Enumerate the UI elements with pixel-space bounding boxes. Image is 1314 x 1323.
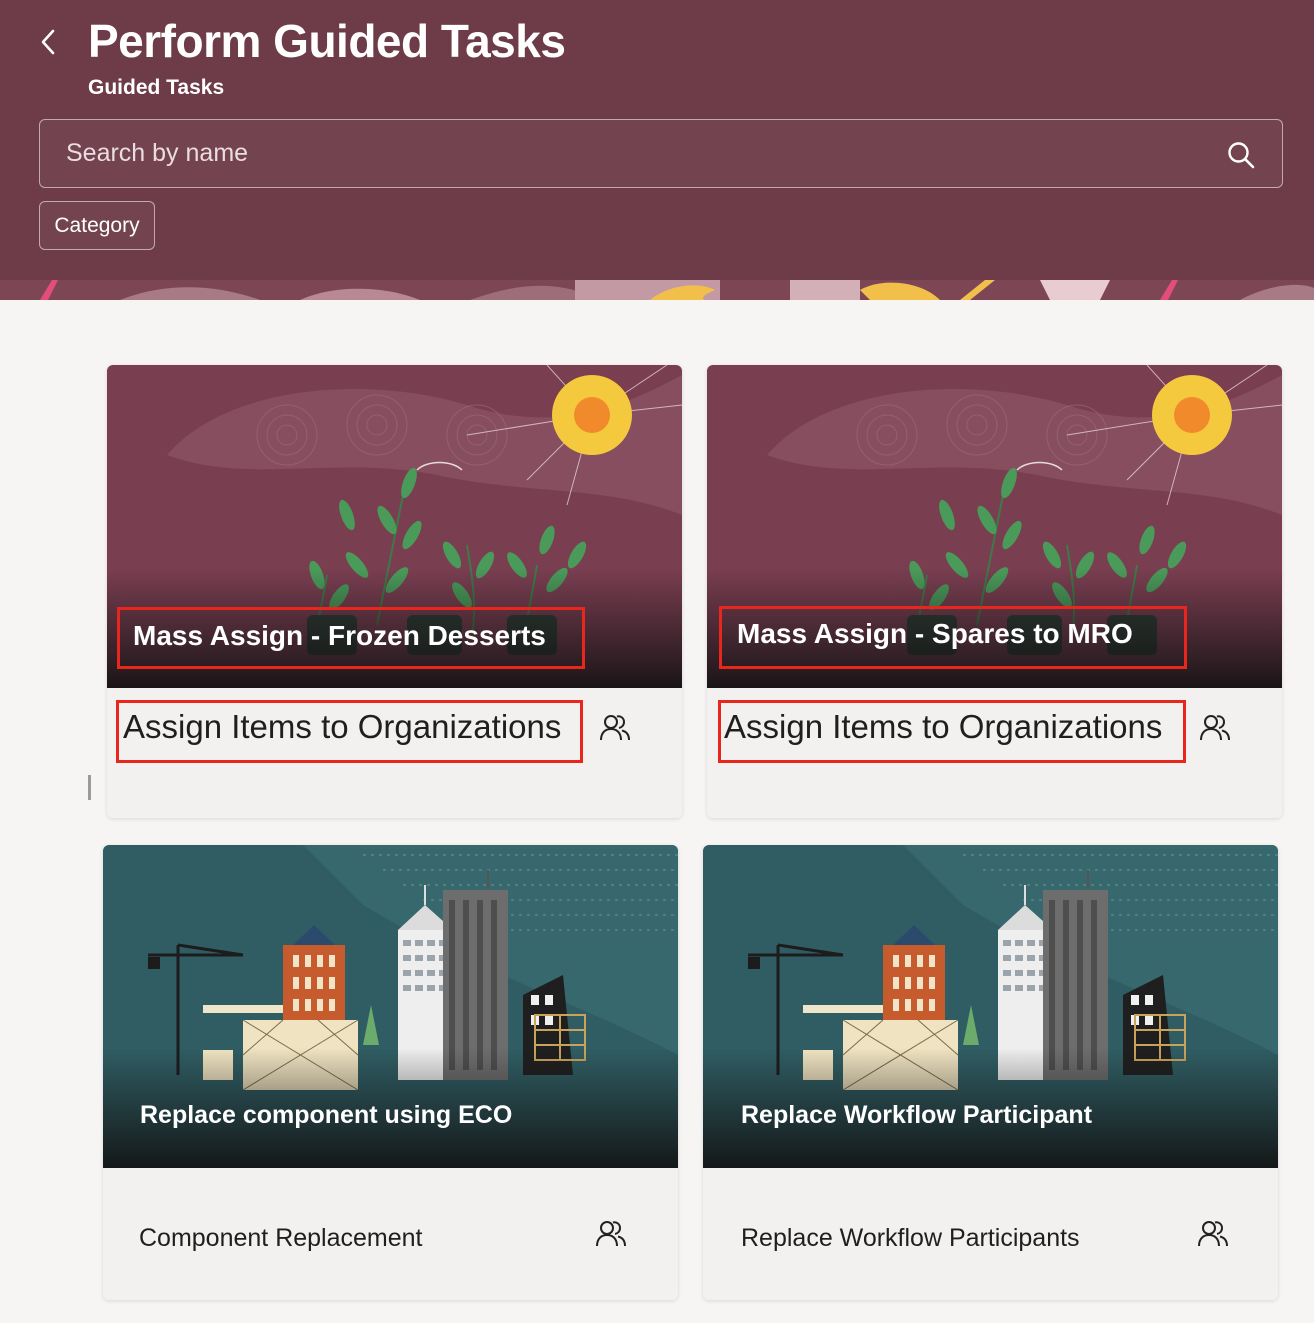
highlight-box bbox=[117, 607, 585, 669]
task-card[interactable]: Mass Assign - Spares to MRO Assign Items… bbox=[707, 365, 1282, 818]
page-header: Perform Guided Tasks Guided Tasks Catego… bbox=[0, 0, 1314, 300]
search-input[interactable] bbox=[40, 120, 1200, 187]
task-card[interactable]: Mass Assign - Frozen Desserts Assign Ite… bbox=[107, 365, 682, 818]
card-subtitle: Component Replacement bbox=[139, 1224, 423, 1252]
task-card[interactable]: Replace Workflow Participant Replace Wor… bbox=[703, 845, 1278, 1300]
highlight-box bbox=[719, 606, 1187, 669]
people-icon bbox=[600, 715, 630, 741]
page-title: Perform Guided Tasks bbox=[88, 15, 566, 67]
scroll-indicator bbox=[88, 775, 91, 800]
chevron-left-icon bbox=[41, 29, 55, 55]
task-card[interactable]: Replace component using ECO Component Re… bbox=[103, 845, 678, 1300]
card-body: Assign Items to Organizations bbox=[707, 688, 1282, 818]
card-title: Replace component using ECO bbox=[140, 1101, 513, 1129]
card-body: Assign Items to Organizations bbox=[107, 688, 682, 818]
highlight-box bbox=[718, 700, 1186, 763]
header-decorative-pattern bbox=[0, 280, 1314, 300]
people-icon bbox=[1198, 1221, 1228, 1247]
page-subtitle: Guided Tasks bbox=[88, 76, 225, 99]
search-icon[interactable] bbox=[1226, 140, 1256, 170]
people-icon bbox=[596, 1221, 626, 1247]
card-body: Replace Workflow Participants bbox=[703, 1168, 1278, 1300]
highlight-box bbox=[116, 700, 583, 763]
search-box bbox=[39, 119, 1283, 188]
people-icon bbox=[1200, 715, 1230, 741]
category-filter-button[interactable]: Category bbox=[39, 201, 155, 250]
card-body: Component Replacement bbox=[103, 1168, 678, 1300]
card-title: Replace Workflow Participant bbox=[741, 1101, 1093, 1129]
card-subtitle: Replace Workflow Participants bbox=[741, 1224, 1080, 1252]
back-button[interactable] bbox=[30, 22, 66, 62]
